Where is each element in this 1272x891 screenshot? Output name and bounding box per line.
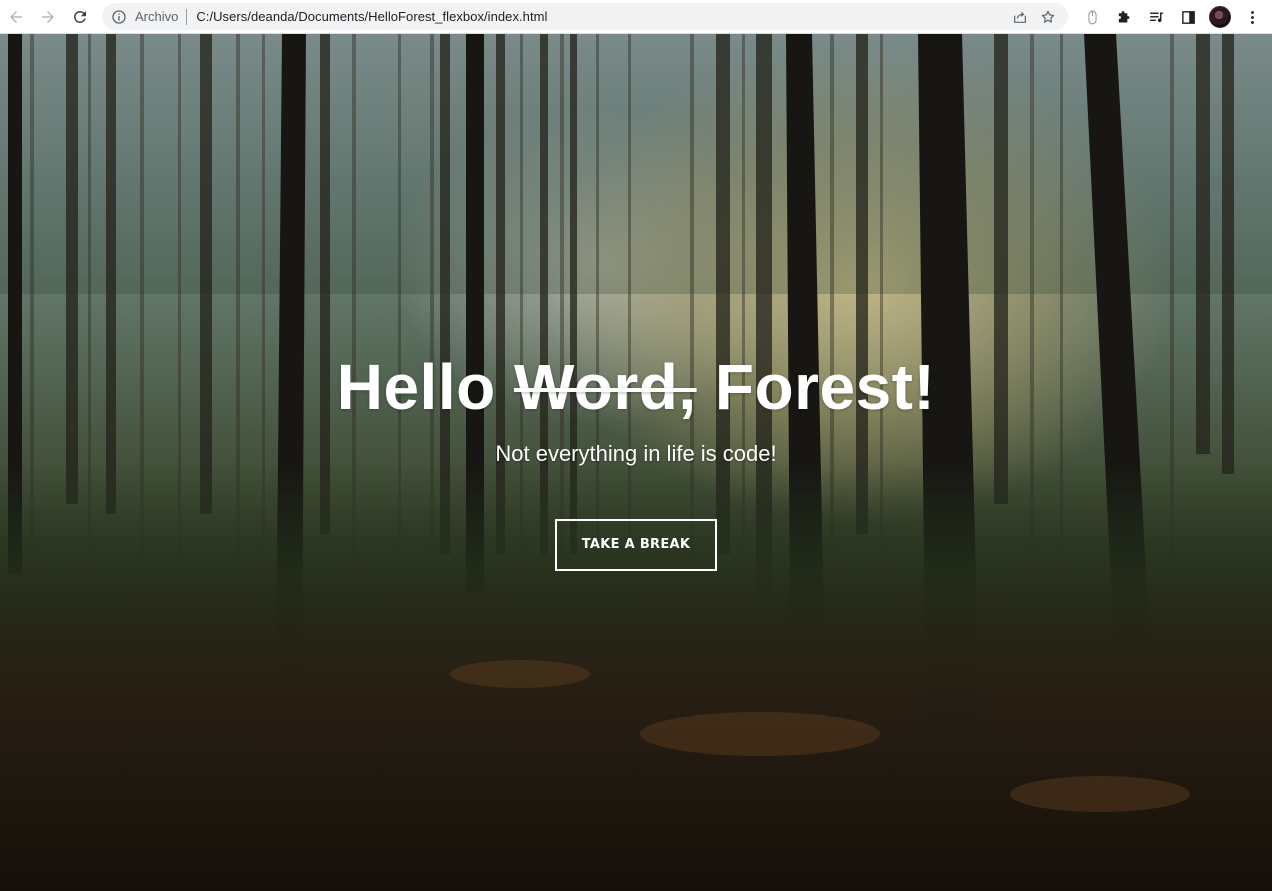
address-bar[interactable]: Archivo C:/Users/deanda/Documents/HelloF…: [102, 3, 1068, 30]
hero-title-end: Forest!: [696, 350, 936, 423]
take-a-break-button[interactable]: TAKE A BREAK: [555, 518, 717, 571]
browser-toolbar: Archivo C:/Users/deanda/Documents/HelloF…: [0, 0, 1272, 34]
forward-arrow-icon[interactable]: [32, 2, 64, 32]
hero-section: Hello Word, Forest! Not everything in li…: [0, 34, 1272, 891]
back-arrow-icon[interactable]: [0, 2, 32, 32]
omnibox-divider: [186, 8, 188, 25]
share-icon[interactable]: [1006, 3, 1034, 30]
site-info-icon[interactable]: [110, 8, 128, 26]
more-menu-icon[interactable]: [1236, 2, 1268, 32]
hero-title-struck-word: Word,: [513, 350, 697, 423]
hero-title: Hello Word, Forest!: [337, 355, 936, 419]
media-queue-icon[interactable]: [1140, 2, 1172, 32]
hero-title-start: Hello: [336, 350, 514, 423]
mouse-extension-icon[interactable]: [1076, 2, 1108, 32]
avatar: [1209, 6, 1231, 28]
page-viewport: Hello Word, Forest! Not everything in li…: [0, 34, 1272, 891]
extension-area: [1076, 0, 1268, 34]
profile-avatar[interactable]: [1204, 2, 1236, 32]
reload-icon[interactable]: [64, 2, 96, 32]
bookmark-star-icon[interactable]: [1034, 3, 1062, 30]
extensions-puzzle-icon[interactable]: [1108, 2, 1140, 32]
hero-subtitle: Not everything in life is code!: [495, 440, 777, 466]
side-panel-icon[interactable]: [1172, 2, 1204, 32]
url-text[interactable]: C:/Users/deanda/Documents/HelloForest_fl…: [196, 9, 547, 24]
scheme-label: Archivo: [135, 9, 179, 24]
